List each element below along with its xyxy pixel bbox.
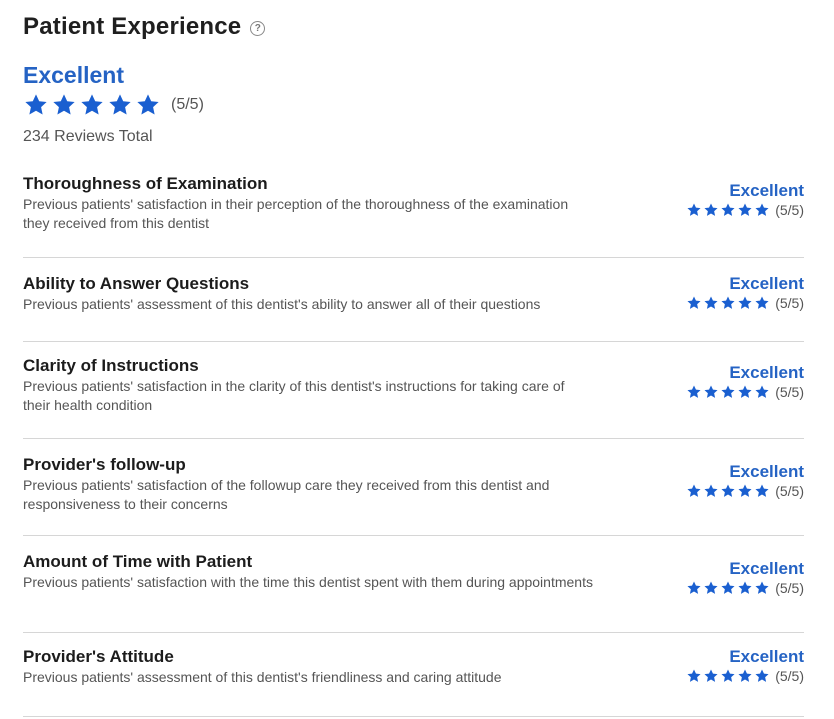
star-icon (721, 669, 735, 682)
category-stars (686, 202, 771, 218)
page-title: Patient Experience (23, 13, 242, 40)
overall-stars (23, 92, 163, 118)
category-stars (686, 668, 771, 684)
star-icon (721, 581, 735, 594)
category-title: Provider's follow-up (23, 455, 186, 474)
category-title: Provider's Attitude (23, 647, 174, 666)
star-icon (687, 296, 701, 309)
category-description: Previous patients' assessment of this de… (23, 669, 502, 685)
star-icon (721, 296, 735, 309)
category-rating: Excellent (5/5) (664, 647, 804, 684)
star-icon (738, 484, 752, 497)
star-icon (755, 385, 769, 398)
star-icon (81, 94, 103, 115)
category-rating-label: Excellent (729, 647, 804, 666)
section-header: Patient Experience ? (23, 0, 804, 56)
star-icon (721, 203, 735, 216)
star-icon (704, 484, 718, 497)
category-title: Clarity of Instructions (23, 356, 199, 375)
category-star-rating: (5/5) (664, 384, 804, 400)
category-rating: Excellent (5/5) (664, 274, 804, 311)
rating-category-row: Ability to Answer Questions Previous pati… (23, 258, 804, 342)
star-icon (704, 296, 718, 309)
category-score: (5/5) (775, 202, 804, 218)
category-info: Provider's follow-up Previous patients' s… (23, 455, 593, 514)
rating-category-row: Provider's follow-up Previous patients' s… (23, 439, 804, 536)
star-icon (755, 669, 769, 682)
star-icon (137, 94, 159, 115)
star-icon (755, 203, 769, 216)
overall-star-rating: (5/5) (23, 91, 804, 119)
category-title: Amount of Time with Patient (23, 552, 253, 571)
category-score: (5/5) (775, 668, 804, 684)
category-rating: Excellent (5/5) (664, 552, 804, 596)
rating-category-row: Thoroughness of Examination Previous pati… (23, 174, 804, 258)
star-icon (738, 296, 752, 309)
star-icon (687, 581, 701, 594)
category-description: Previous patients' satisfaction with the… (23, 574, 593, 590)
category-info: Ability to Answer Questions Previous pati… (23, 274, 593, 314)
category-score: (5/5) (775, 580, 804, 596)
category-info: Thoroughness of Examination Previous pati… (23, 174, 593, 233)
star-icon (738, 669, 752, 682)
category-rating: Excellent (5/5) (664, 356, 804, 400)
star-icon (109, 94, 131, 115)
overall-rating-label: Excellent (23, 62, 124, 88)
category-score: (5/5) (775, 483, 804, 499)
category-stars (686, 483, 771, 499)
rating-category-row: Provider's Attitude Previous patients' as… (23, 633, 804, 717)
star-icon (687, 669, 701, 682)
category-rating-label: Excellent (729, 363, 804, 382)
question-circle-icon[interactable]: ? (250, 21, 266, 36)
category-stars (686, 384, 771, 400)
overall-score: (5/5) (171, 96, 204, 113)
star-icon (687, 484, 701, 497)
star-icon (53, 94, 75, 115)
category-rating-label: Excellent (729, 181, 804, 200)
star-icon (738, 581, 752, 594)
star-icon (704, 385, 718, 398)
category-stars (686, 580, 771, 596)
star-icon (704, 581, 718, 594)
category-description: Previous patients' satisfaction in their… (23, 196, 569, 231)
star-icon (755, 296, 769, 309)
category-stars (686, 295, 771, 311)
star-icon (721, 484, 735, 497)
star-icon (738, 385, 752, 398)
category-score: (5/5) (775, 295, 804, 311)
category-title: Ability to Answer Questions (23, 274, 250, 293)
category-title: Thoroughness of Examination (23, 174, 268, 193)
rating-category-row: Clarity of Instructions Previous patients… (23, 342, 804, 439)
category-description: Previous patients' assessment of this de… (23, 296, 541, 312)
star-icon (704, 203, 718, 216)
star-icon (755, 484, 769, 497)
category-star-rating: (5/5) (664, 580, 804, 596)
category-rating-label: Excellent (729, 274, 804, 293)
category-rating-label: Excellent (729, 559, 804, 578)
category-rating: Excellent (5/5) (664, 455, 804, 499)
category-star-rating: (5/5) (664, 295, 804, 311)
category-info: Clarity of Instructions Previous patients… (23, 356, 593, 415)
star-icon (704, 669, 718, 682)
category-star-rating: (5/5) (664, 668, 804, 684)
category-star-rating: (5/5) (664, 202, 804, 218)
category-rating-label: Excellent (729, 462, 804, 481)
star-icon (687, 203, 701, 216)
star-icon (25, 94, 47, 115)
rating-category-row: Amount of Time with Patient Previous pati… (23, 536, 804, 633)
rating-categories: Thoroughness of Examination Previous pati… (23, 174, 804, 717)
reviews-total: 234 Reviews Total (23, 128, 153, 145)
category-info: Amount of Time with Patient Previous pati… (23, 552, 593, 592)
star-icon (721, 385, 735, 398)
star-icon (755, 581, 769, 594)
category-description: Previous patients' satisfaction of the f… (23, 477, 550, 512)
category-info: Provider's Attitude Previous patients' as… (23, 647, 593, 687)
patient-experience-section: Patient Experience ? Excellent (5/5) 234… (0, 0, 834, 717)
star-icon (687, 385, 701, 398)
category-score: (5/5) (775, 384, 804, 400)
category-star-rating: (5/5) (664, 483, 804, 499)
category-rating: Excellent (5/5) (664, 174, 804, 218)
category-description: Previous patients' satisfaction in the c… (23, 378, 565, 413)
star-icon (738, 203, 752, 216)
